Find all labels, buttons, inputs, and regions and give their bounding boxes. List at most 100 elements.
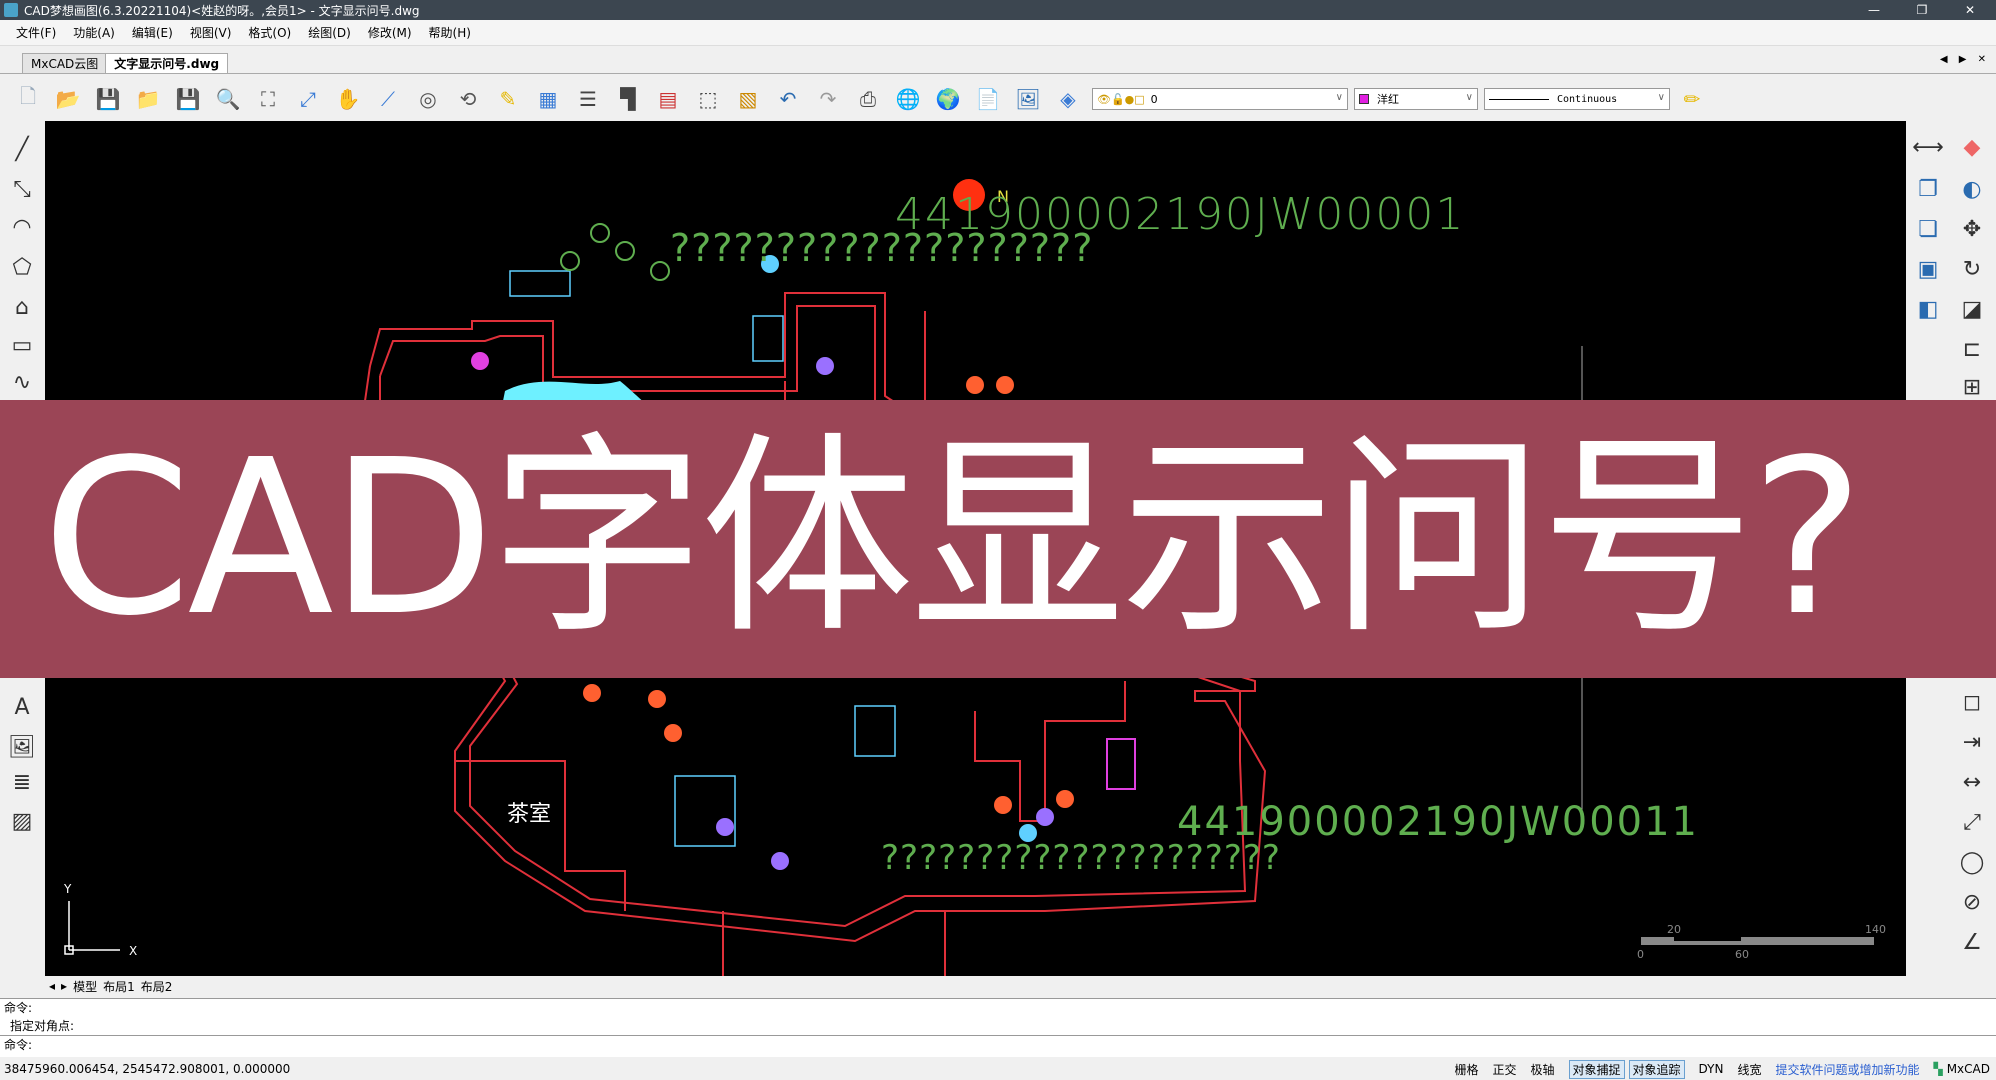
ucs-icon[interactable]: ⟋ <box>372 83 404 115</box>
new-file-icon[interactable]: 🗋 <box>12 83 44 115</box>
zoom-realtime-icon[interactable]: ◎ <box>412 83 444 115</box>
toggle-ortho[interactable]: 正交 <box>1492 1061 1516 1078</box>
pdf-icon[interactable]: 📄 <box>972 83 1004 115</box>
layer-state-icons: 👁🔓●□ <box>1097 92 1145 106</box>
pencil-icon[interactable]: ✎ <box>492 83 524 115</box>
save-icon[interactable]: 💾 <box>92 83 124 115</box>
zoom-in-icon[interactable]: 🔍 <box>212 83 244 115</box>
layers-list-icon[interactable]: ☰ <box>572 83 604 115</box>
move-icon[interactable]: ✥ <box>1956 213 1988 245</box>
plant <box>471 352 489 370</box>
restore-button[interactable]: ❐ <box>1900 0 1944 20</box>
mtext-icon[interactable]: ≣ <box>6 766 38 798</box>
toggle-osnap[interactable]: 对象捕捉 <box>1568 1059 1625 1079</box>
pan-hand-icon[interactable]: ✋ <box>332 83 364 115</box>
text-icon[interactable]: A <box>6 691 38 723</box>
menu-modify[interactable]: 修改(M) <box>368 24 412 41</box>
chevron-down-icon: ∨ <box>1335 92 1343 103</box>
undo-icon[interactable]: ↶ <box>772 83 804 115</box>
layout-scroll-right[interactable]: ▸ <box>61 979 67 993</box>
match-properties-icon[interactable]: ▧ <box>732 83 764 115</box>
open-folder-icon[interactable]: 📂 <box>52 83 84 115</box>
diameter-dimension-icon[interactable]: ⊘ <box>1956 886 1988 918</box>
tab-layout1[interactable]: 布局1 <box>103 978 135 995</box>
ucs-icon <box>64 901 120 955</box>
toggle-otrack[interactable]: 对象追踪 <box>1628 1059 1685 1079</box>
rectangle-icon[interactable]: ▭ <box>6 329 38 361</box>
break-icon[interactable]: ◻ <box>1956 686 1988 718</box>
properties-icon[interactable]: ▦ <box>532 83 564 115</box>
toggle-dyn[interactable]: DYN <box>1699 1062 1724 1076</box>
join-icon[interactable]: ⇥ <box>1956 726 1988 758</box>
offset-icon[interactable]: ❏ <box>1912 213 1944 245</box>
main-toolbar: 🗋 📂 💾 📁 💾 🔍 ⛶ ⤢ ✋ ⟋ ◎ ⟲ ✎ ▦ ☰ ▜ ▤ ⬚ ▧ ↶ … <box>0 78 1996 120</box>
print-icon[interactable]: ⎙ <box>852 83 884 115</box>
line-icon[interactable]: ╱ <box>6 133 38 165</box>
plant <box>1036 808 1054 826</box>
command-input[interactable]: 命令: <box>0 1035 1996 1053</box>
redo-icon[interactable]: ↷ <box>812 83 844 115</box>
select-icon[interactable]: ⬚ <box>692 83 724 115</box>
minimize-button[interactable]: — <box>1852 0 1896 20</box>
rotate-icon[interactable]: ↻ <box>1956 253 1988 285</box>
shape-icon[interactable]: ⌂ <box>6 291 38 323</box>
spline-icon[interactable]: ∿ <box>6 366 38 398</box>
stretch-icon[interactable]: ◪ <box>1956 293 1988 325</box>
color-palette-icon[interactable]: ▤ <box>652 83 684 115</box>
tab-scroll-arrows[interactable]: ◀ ▶ ✕ <box>1940 54 1990 65</box>
array-icon[interactable]: ▣ <box>1912 253 1944 285</box>
erase-icon[interactable]: ◆ <box>1956 131 1988 163</box>
toggle-polar[interactable]: 极轴 <box>1531 1061 1555 1078</box>
scale-icon[interactable]: ◧ <box>1912 293 1944 325</box>
web-icon[interactable]: 🌐 <box>892 83 924 115</box>
hatch-icon[interactable]: ▨ <box>6 805 38 837</box>
menu-function[interactable]: 功能(A) <box>73 24 115 41</box>
save-as-icon[interactable]: 💾 <box>172 83 204 115</box>
linear-dimension-icon[interactable]: ↔ <box>1956 766 1988 798</box>
menu-view[interactable]: 视图(V) <box>190 24 232 41</box>
lineweight-pencil-icon[interactable]: ✏ <box>1676 83 1708 115</box>
dimension-icon[interactable]: ⟷ <box>1912 131 1944 163</box>
globe-icon[interactable]: 🌍 <box>932 83 964 115</box>
copy-icon[interactable]: ❐ <box>1912 173 1944 205</box>
layers-icon[interactable]: ◈ <box>1052 83 1084 115</box>
tab-current-drawing[interactable]: 文字显示问号.dwg <box>105 53 229 73</box>
plant <box>994 796 1012 814</box>
trim-icon[interactable]: ⊏ <box>1956 333 1988 365</box>
coordinates-readout: 38475960.006454, 2545472.908001, 0.00000… <box>4 1062 291 1076</box>
zoom-extents-icon[interactable]: ⤢ <box>292 83 324 115</box>
zoom-previous-icon[interactable]: ⟲ <box>452 83 484 115</box>
open-icon[interactable]: 📁 <box>132 83 164 115</box>
tab-model[interactable]: 模型 <box>73 978 97 995</box>
polygon-icon[interactable]: ⬠ <box>6 251 38 283</box>
angular-dimension-icon[interactable]: ∠ <box>1956 926 1988 958</box>
feedback-link[interactable]: 提交软件问题或增加新功能 <box>1775 1061 1919 1078</box>
aligned-dimension-icon[interactable]: ⤢ <box>1956 806 1988 838</box>
layer-select[interactable]: 👁🔓●□ 0 ∨ <box>1092 88 1348 110</box>
status-bar: 38475960.006454, 2545472.908001, 0.00000… <box>0 1058 1996 1080</box>
insert-image-icon[interactable]: 🖼 <box>6 731 38 763</box>
plant <box>716 818 734 836</box>
mirror-icon[interactable]: ◐ <box>1956 173 1988 205</box>
layout-scroll-left[interactable]: ◂ <box>49 979 55 993</box>
explode-icon[interactable]: ⊞ <box>1956 371 1988 403</box>
polyline-icon[interactable]: ⤡ <box>6 173 38 205</box>
image-icon[interactable]: 🖼 <box>1012 83 1044 115</box>
zoom-window-icon[interactable]: ⛶ <box>252 83 284 115</box>
menu-help[interactable]: 帮助(H) <box>429 24 471 41</box>
close-button[interactable]: ✕ <box>1948 0 1992 20</box>
menu-format[interactable]: 格式(O) <box>248 24 291 41</box>
tab-mxcad-cloud[interactable]: MxCAD云图 <box>22 53 108 73</box>
radius-dimension-icon[interactable]: ◯ <box>1956 846 1988 878</box>
block-icon[interactable]: ▜ <box>612 83 644 115</box>
color-select[interactable]: 洋红 ∨ <box>1354 88 1478 110</box>
tab-layout2[interactable]: 布局2 <box>141 978 173 995</box>
menu-file[interactable]: 文件(F) <box>16 24 56 41</box>
arc-icon[interactable]: ◠ <box>6 211 38 243</box>
linetype-select[interactable]: Continuous ∨ <box>1484 88 1670 110</box>
menu-edit[interactable]: 编辑(E) <box>132 24 173 41</box>
toggle-lineweight[interactable]: 线宽 <box>1737 1061 1761 1078</box>
menu-draw[interactable]: 绘图(D) <box>308 24 351 41</box>
plant <box>583 684 601 702</box>
toggle-grid[interactable]: 栅格 <box>1454 1061 1478 1078</box>
